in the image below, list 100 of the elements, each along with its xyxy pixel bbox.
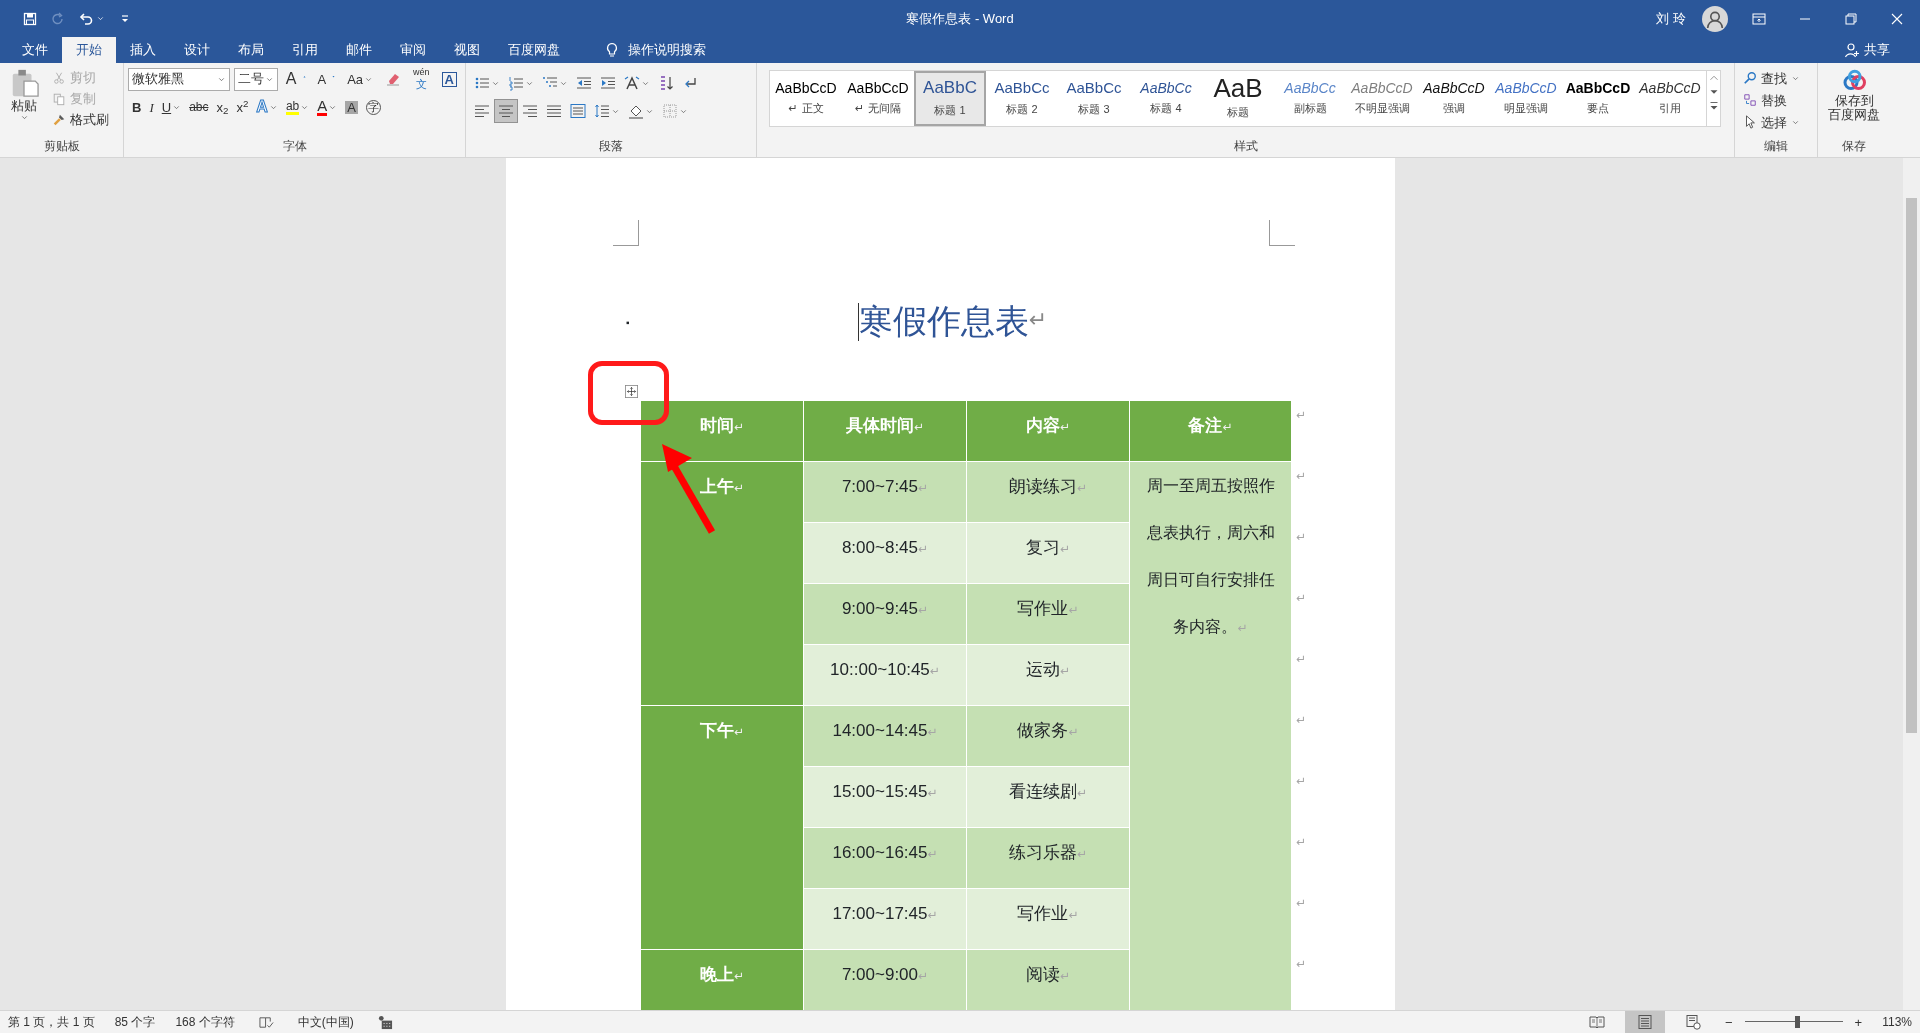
status-text: 第 1 页，共 1 页 [8,1014,95,1031]
replace-button[interactable]: 替换 [1739,89,1813,111]
group-label: 保存 [1842,139,1866,153]
zoom-out-button[interactable]: − [1721,1012,1737,1032]
ribbon-tab[interactable]: 视图 [440,37,494,63]
style-preview: AaBbC [923,78,977,98]
zoom-thumb[interactable] [1794,1016,1800,1028]
style-preview: AaBbCcD [1495,80,1557,96]
paragraph-bullet: ▪ [626,315,630,330]
paragraph-mark: ↵ [1076,786,1088,800]
time-text: 7:00~9:00 [841,965,918,984]
save-to-cloud-button[interactable]: 保存到 百度网盘 [1824,67,1884,129]
status-text: 168 个字符 [175,1014,235,1031]
ribbon-tab[interactable]: 百度网盘 [494,37,574,63]
ribbon-tab[interactable]: 审阅 [386,37,440,63]
bold-button[interactable]: B [128,95,146,119]
tell-me-search[interactable]: 操作说明搜索 [590,37,720,63]
font-name-field[interactable]: 微软雅黑 [128,67,231,91]
eraser-icon [385,71,402,87]
ribbon-tab[interactable]: 邮件 [332,37,386,63]
align-center-button[interactable] [494,99,518,123]
ribbon-tab[interactable]: 开始 [62,37,116,63]
ribbon-tab[interactable]: 引用 [278,37,332,63]
paragraph-mark: ↵ [1222,420,1233,434]
style-preview: AaBbCc [1140,80,1192,96]
paragraph-mark: ↵ [913,420,925,434]
grow-button[interactable]: A [281,67,310,91]
find-button[interactable]: 查找 [1739,67,1813,89]
group-label: 字体 [282,139,307,153]
style-preview: AaBbCcD [847,80,909,96]
share-button[interactable]: 共享 [1830,37,1904,63]
style-name: 标题 3 [1078,101,1110,117]
ribbon-display-icon [1751,10,1767,27]
shrink-button[interactable]: A [313,67,340,91]
crop-mark [613,220,639,246]
header-text: 内容 [1025,416,1060,435]
style-item[interactable]: AaBbC 标题 1 [914,71,986,126]
underline-button[interactable]: U [157,95,186,119]
subscript-button[interactable]: x$_{2}$ [212,95,233,119]
paste-button[interactable]: 粘贴 [4,67,44,129]
paragraph-mark: ↵ [1296,895,1307,910]
font-size-field[interactable]: 二号 [234,67,278,91]
paint-bucket-icon [628,103,644,119]
paragraph-mark: ↵ [1059,542,1071,556]
paragraph-mark: ↵ [1068,725,1079,739]
book-icon [1589,1014,1605,1030]
line-spacing-icon [594,103,610,119]
case-button[interactable]: Aa [343,67,378,91]
caret-icon [19,113,29,122]
borders-icon [662,103,678,119]
style-name: 标题 4 [1150,100,1182,116]
ribbon-tab[interactable]: 设计 [170,37,224,63]
activity-text: 写作业 [1017,904,1069,923]
avatar-icon [1702,5,1728,32]
paragraph-mark: ↵ [1076,481,1088,495]
paragraph-mark: ↵ [1296,407,1307,422]
select-button[interactable]: 选择 [1739,111,1813,133]
header-text: 备注 [1188,416,1223,435]
ribbon-tab[interactable]: 布局 [224,37,278,63]
header-text: 具体时间 [845,416,914,435]
style-preview: AaBbCc [1066,80,1122,97]
paragraph-mark: ↵ [1296,651,1307,666]
italic-button[interactable]: I [145,95,158,119]
web-page-icon [1685,1014,1701,1030]
strike-button[interactable]: abc [185,95,213,119]
paragraph-mark: ↵ [854,100,865,116]
color-button[interactable]: A [313,95,342,119]
ribbon-tab[interactable]: 文件 [8,37,62,63]
zoom-in-button[interactable]: + [1850,1012,1867,1032]
shade-button[interactable]: A [341,95,362,119]
border-button[interactable]: A [437,67,461,91]
justify-icon [546,103,562,119]
style-name: 强调 [1443,100,1465,116]
ribbon-tab[interactable]: 插入 [116,37,170,63]
activity-text: 写作业 [1017,599,1069,618]
paragraph-mark: ↵ [1296,956,1307,971]
activity-text: 朗读练习 [1008,477,1077,496]
zoom-slider[interactable] [1744,1015,1843,1029]
undo-icon [78,10,94,27]
paragraph-mark: ↵ [1028,306,1047,335]
highlight-button[interactable]: ab [281,95,314,119]
print-view-button[interactable] [1625,1011,1665,1033]
redo-icon [50,10,66,27]
painter-button[interactable]: 格式刷 [48,109,113,130]
phonetic-button[interactable]: wén 文 [409,67,434,91]
align-right-icon [522,103,538,119]
superscript-button[interactable]: x$^{2}$ [232,95,253,119]
time-text: 17:00~17:45 [832,904,928,923]
replace-icon [1743,93,1757,107]
paragraph-mark: ↵ [929,664,940,678]
restore-icon [1843,10,1859,27]
lightbulb-icon [604,42,620,58]
style-name: 明显强调 [1504,100,1548,116]
style-preview: AaBbCcD [1423,80,1485,96]
move-handle-icon [625,385,638,398]
crop-mark [1269,220,1295,246]
person-add-icon [1844,42,1860,58]
enclose-button[interactable]: 字 [361,95,385,119]
activity-text: 做家务 [1017,721,1069,740]
style-name: 标题 2 [1006,101,1038,117]
